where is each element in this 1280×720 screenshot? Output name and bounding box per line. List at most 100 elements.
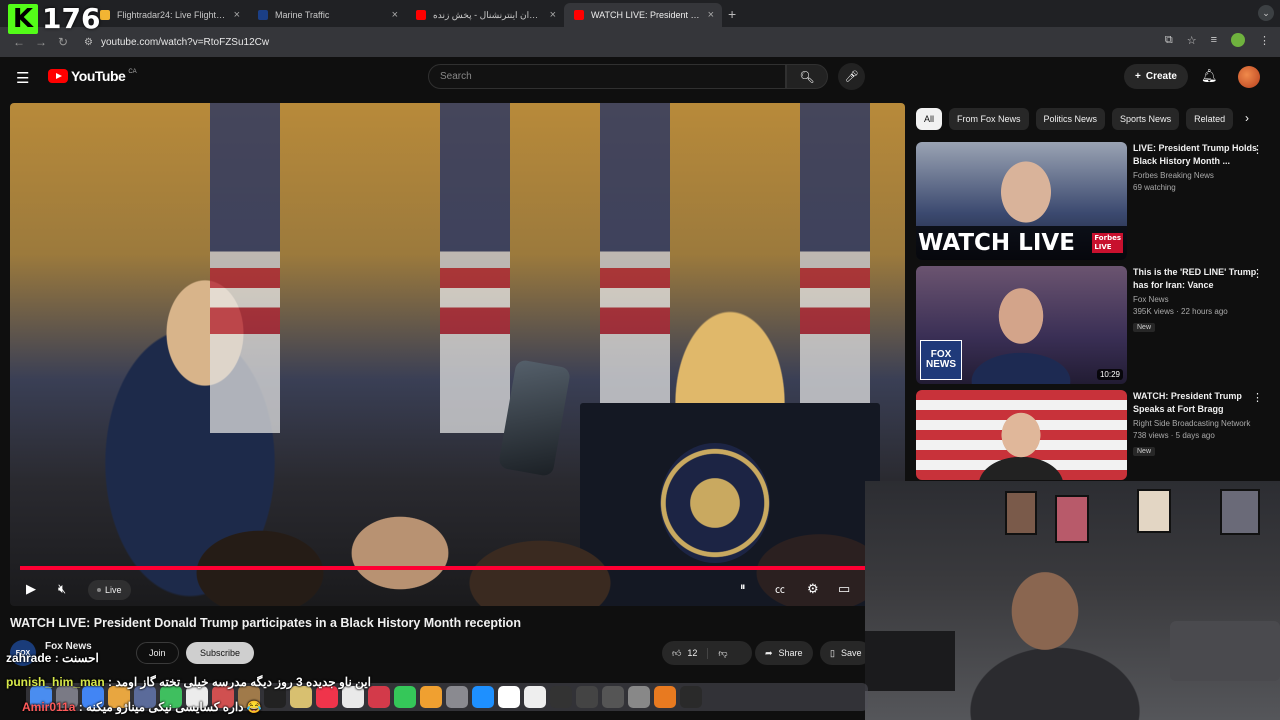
close-icon[interactable]: × xyxy=(550,9,556,21)
youtube-logo[interactable]: YouTube CA xyxy=(48,68,137,84)
menu-icon[interactable]: ☰ xyxy=(16,69,29,87)
browser-tab[interactable]: Marine Traffic × xyxy=(248,3,406,27)
notes-icon[interactable] xyxy=(290,686,312,708)
new-tab-icon[interactable]: + xyxy=(728,6,736,22)
join-button[interactable]: Join xyxy=(136,642,179,664)
wall-poster xyxy=(1055,495,1089,543)
browser-actions: ⧉ ☆ ≡ ⋮ xyxy=(1165,33,1270,47)
create-button[interactable]: + Create xyxy=(1124,64,1188,89)
filter-chips: All From Fox News Politics News Sports N… xyxy=(916,108,1261,130)
reload-icon[interactable]: ↻ xyxy=(52,35,74,49)
site-info-icon[interactable]: ⚙ xyxy=(84,37,93,48)
rec-channel[interactable]: Forbes Breaking News xyxy=(1133,171,1258,180)
plus-icon: + xyxy=(1135,71,1141,82)
account-avatar[interactable] xyxy=(1238,66,1260,88)
app-icon[interactable] xyxy=(602,686,624,708)
progress-bar[interactable] xyxy=(20,566,873,570)
chat-separator: : xyxy=(104,675,116,689)
system-settings-icon[interactable] xyxy=(446,686,468,708)
notifications-bell-icon[interactable]: 🔔︎ xyxy=(1201,68,1218,84)
bookmark-star-icon[interactable]: ☆ xyxy=(1187,34,1197,47)
rec-title[interactable]: This is the 'RED LINE' Trump has for Ira… xyxy=(1133,266,1258,292)
microphone-icon: 🎤︎ xyxy=(844,71,859,83)
calendar-icon[interactable] xyxy=(342,686,364,708)
fl-studio-icon[interactable] xyxy=(654,686,676,708)
rec-channel[interactable]: Right Side Broadcasting Network xyxy=(1133,419,1258,428)
search-button[interactable]: 🔍︎ xyxy=(786,64,828,89)
rec-title[interactable]: LIVE: President Trump Holds Black Histor… xyxy=(1133,142,1258,168)
tab-title: WATCH LIVE: President Dona xyxy=(591,10,701,20)
streamer-webcam xyxy=(865,481,1280,720)
channel-row: FOX Fox News Join Subscribe 👍︎ 12 👎︎ ➦ Sh… xyxy=(10,640,872,666)
browser-menu-icon[interactable]: ⋮ xyxy=(1259,34,1270,47)
calendar-31-icon[interactable] xyxy=(524,686,546,708)
back-icon[interactable]: ← xyxy=(8,35,30,49)
like-button[interactable]: 👍︎ 12 xyxy=(662,647,709,659)
url-field[interactable]: ⚙ youtube.com/watch?v=RtoFZSu12Cw xyxy=(84,31,1204,53)
play-icon[interactable]: ▶ xyxy=(26,581,36,597)
live-badge[interactable]: Live xyxy=(88,580,131,600)
chip-sports-news[interactable]: Sports News xyxy=(1112,108,1180,130)
video-player[interactable]: ▶ 🔇︎ Live ⏸ ㏄ ⚙ ▭ xyxy=(10,103,905,606)
notion-icon[interactable] xyxy=(498,686,520,708)
capcut-icon[interactable] xyxy=(680,686,702,708)
video-thumbnail[interactable]: FOX NEWS 10:29 xyxy=(916,266,1127,384)
browser-tab-active[interactable]: WATCH LIVE: President Dona × xyxy=(564,3,722,27)
browser-tab[interactable]: Flightradar24: Live Flight Tra × xyxy=(90,3,248,27)
video-thumbnail[interactable]: WATCH LIVE Forbes LIVE xyxy=(916,142,1127,260)
chat-message: punish_him_man : این ناو جدیده 3 روز دیگ… xyxy=(6,675,371,689)
close-icon[interactable]: × xyxy=(708,9,714,21)
close-icon[interactable]: × xyxy=(392,9,398,21)
chip-all[interactable]: All xyxy=(916,108,943,130)
settings-gear-icon[interactable]: ⚙ xyxy=(807,581,819,597)
browser-tab-bar: Flightradar24: Live Flight Tra × Marine … xyxy=(0,0,1280,27)
rec-channel[interactable]: Fox News xyxy=(1133,295,1258,304)
recommended-video[interactable]: WATCH LIVE Forbes LIVE LIVE: President Tr… xyxy=(916,142,1271,260)
app-icon[interactable] xyxy=(550,686,572,708)
live-dot-icon xyxy=(97,588,101,592)
app-icon[interactable] xyxy=(628,686,650,708)
recommended-video[interactable]: WATCH: President Trump Speaks at Fort Br… xyxy=(916,390,1271,480)
dislike-button[interactable]: 👎︎ xyxy=(708,648,737,659)
chip-related[interactable]: Related xyxy=(1186,108,1234,130)
rec-title[interactable]: WATCH: President Trump Speaks at Fort Br… xyxy=(1133,390,1258,416)
keyboard-instrument xyxy=(865,631,955,691)
close-icon[interactable]: × xyxy=(234,9,240,21)
autoplay-toggle-icon[interactable]: ⏸ xyxy=(740,581,746,594)
subscribe-button[interactable]: Subscribe xyxy=(186,642,255,664)
voice-search-button[interactable]: 🎤︎ xyxy=(838,63,865,90)
rec-meta: 738 views · 5 days ago xyxy=(1133,431,1215,440)
save-button[interactable]: ▯ Save xyxy=(820,641,872,665)
recommended-video[interactable]: FOX NEWS 10:29 This is the 'RED LINE' Tru… xyxy=(916,266,1271,384)
chat-text: داره کسایسی نیکی میناژو میکنه 😂 xyxy=(86,700,262,714)
more-options-icon[interactable]: ⋮ xyxy=(1252,143,1263,156)
more-options-icon[interactable]: ⋮ xyxy=(1252,391,1263,404)
miniplayer-icon[interactable]: ▭ xyxy=(838,581,850,597)
reading-list-icon[interactable]: ≡ xyxy=(1211,34,1217,46)
captions-icon[interactable]: ㏄ xyxy=(775,581,785,596)
app-icon[interactable] xyxy=(368,686,390,708)
browser-tab[interactable]: ایران اینترنشنال - پخش زنده - YouTube × xyxy=(406,3,564,27)
apple-tv-icon[interactable] xyxy=(264,686,286,708)
install-icon[interactable]: ⧉ xyxy=(1165,34,1173,47)
video-thumbnail[interactable] xyxy=(916,390,1127,480)
youtube-logo-text: YouTube xyxy=(71,68,126,84)
profile-icon[interactable] xyxy=(1231,33,1245,47)
tab-search-icon[interactable]: ⌄ xyxy=(1258,5,1274,21)
app-store-icon[interactable] xyxy=(472,686,494,708)
chip-politics-news[interactable]: Politics News xyxy=(1035,108,1106,130)
chevron-right-icon[interactable]: › xyxy=(1245,111,1249,125)
chip-from-fox-news[interactable]: From Fox News xyxy=(949,108,1029,130)
forward-icon[interactable]: → xyxy=(30,35,52,49)
mute-icon[interactable]: 🔇︎ xyxy=(58,581,66,597)
music-icon[interactable] xyxy=(316,686,338,708)
more-options-icon[interactable]: ⋮ xyxy=(1252,267,1263,280)
live-label: Live xyxy=(105,585,122,595)
pages-icon[interactable] xyxy=(420,686,442,708)
save-bookmark-icon: ▯ xyxy=(830,647,835,658)
chat-message: Amir011a : داره کسایسی نیکی میناژو میکنه… xyxy=(22,700,262,714)
share-button[interactable]: ➦ Share xyxy=(755,641,813,665)
search-input[interactable]: Search xyxy=(428,64,786,89)
app-icon[interactable] xyxy=(576,686,598,708)
numbers-icon[interactable] xyxy=(394,686,416,708)
